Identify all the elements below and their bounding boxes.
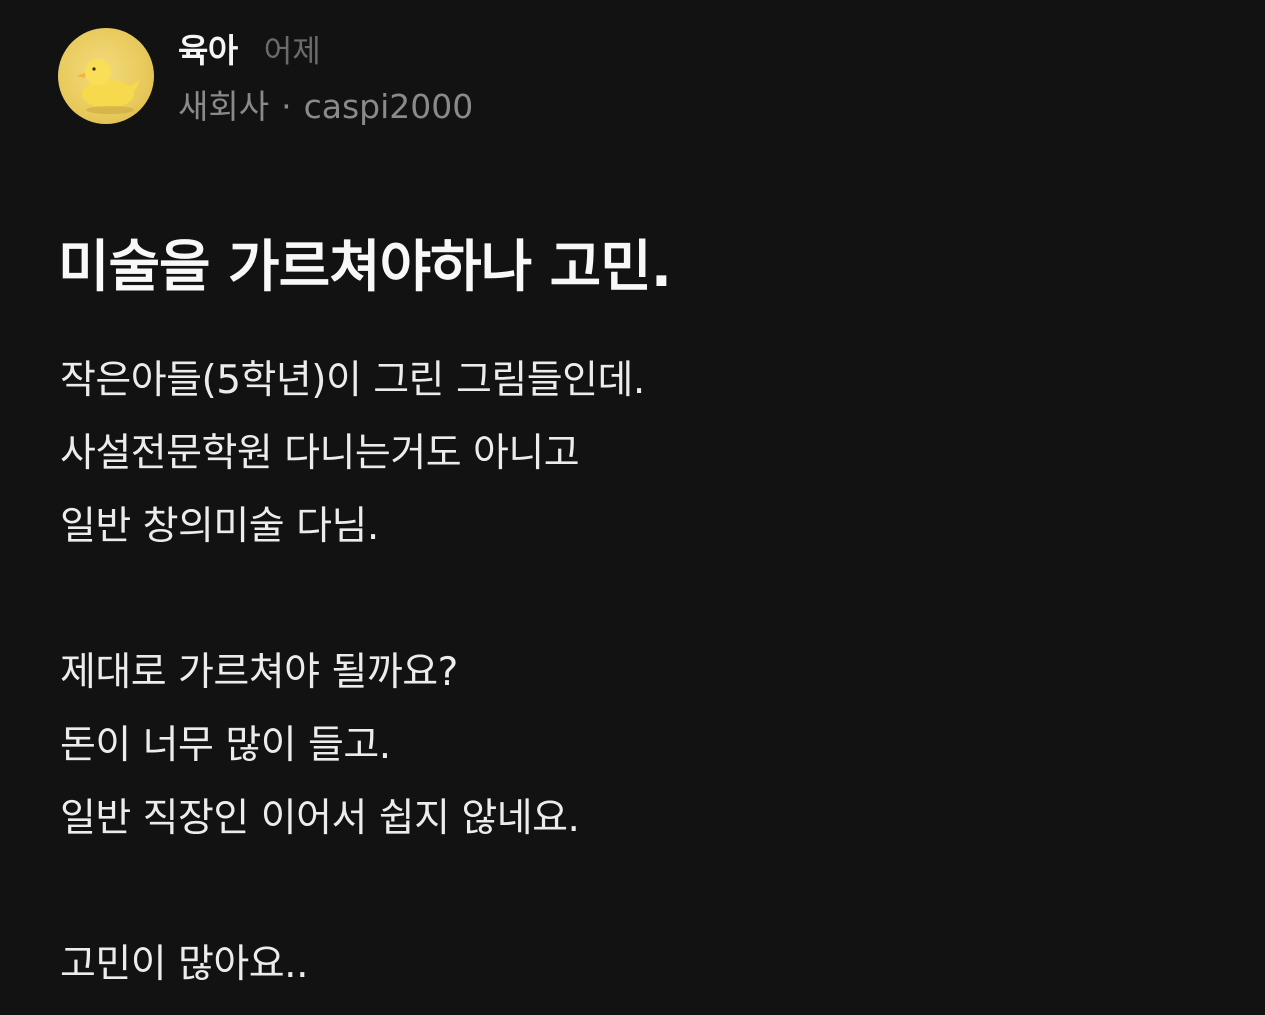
post-body-line: 일반 직장인 이어서 쉽지 않네요. [60, 796, 580, 841]
post-body-line: 일반 창의미술 다님. [60, 504, 379, 549]
post-meta: 육아 어제 새회사 · caspi2000 [178, 24, 473, 128]
post-body-line [60, 563, 645, 636]
post-body-line [60, 855, 645, 928]
avatar[interactable] [58, 28, 154, 124]
post-body: 작은아들(5학년)이 그린 그림들인데. 사설전문학원 다니는거도 아니고일반 창… [60, 344, 645, 1001]
board-category-link[interactable]: 육아 [178, 24, 238, 72]
author-username[interactable]: caspi2000 [304, 87, 474, 126]
author-company[interactable]: 새회사 [178, 80, 269, 128]
post-title: 미술을 가르쳐야하나 고민. [58, 235, 672, 300]
post-body-line: 사설전문학원 다니는거도 아니고 [60, 431, 580, 476]
post-body-line: 작은아들(5학년)이 그린 그림들인데. [60, 358, 645, 403]
post-meta-top: 육아 어제 [178, 24, 473, 70]
post-body-line: 제대로 가르쳐야 될까요? [60, 650, 458, 695]
post-time: 어제 [263, 34, 321, 70]
post-body-line: 고민이 많아요.. [60, 942, 308, 987]
post-body-line: 돈이 너무 많이 들고. [60, 723, 391, 768]
rubber-duck-icon [77, 59, 140, 114]
post-header: 육아 어제 새회사 · caspi2000 [58, 24, 473, 128]
author-info: 새회사 · caspi2000 [178, 80, 473, 128]
meta-separator: · [281, 87, 292, 126]
